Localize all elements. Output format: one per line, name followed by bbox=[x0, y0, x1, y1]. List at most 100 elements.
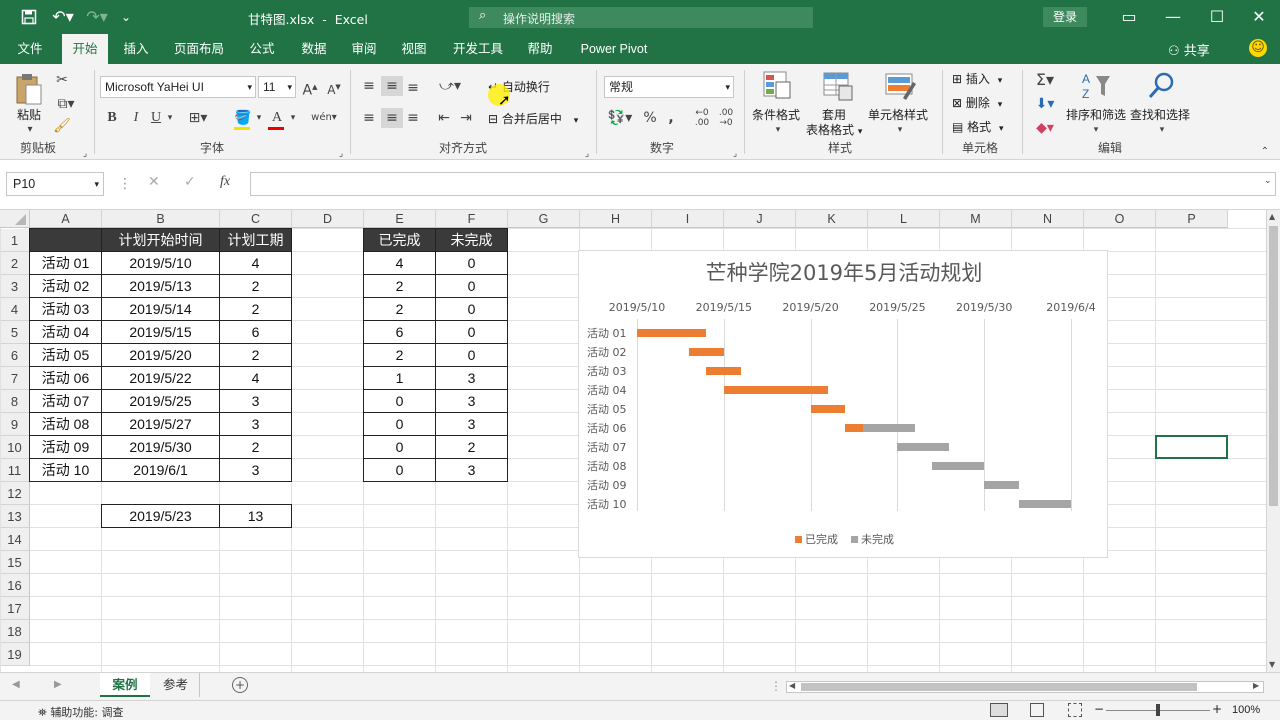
table-cell[interactable]: 活动 03 bbox=[29, 297, 102, 321]
collapse-ribbon-icon[interactable]: ⌃ bbox=[1258, 142, 1272, 162]
align-middle-icon[interactable]: ≡ bbox=[381, 76, 403, 96]
align-right-icon[interactable]: ≡ bbox=[404, 108, 422, 128]
table-cell[interactable]: 2 bbox=[219, 435, 292, 459]
table2-cell[interactable]: 2 bbox=[435, 435, 508, 459]
align-center-icon[interactable]: ≡ bbox=[381, 108, 403, 128]
border-icon[interactable]: ⊞▾ bbox=[184, 108, 212, 128]
table-cell[interactable]: 活动 06 bbox=[29, 366, 102, 390]
redo-icon[interactable]: ↷▾ bbox=[84, 0, 110, 34]
increase-indent-icon[interactable]: ⇥ bbox=[456, 108, 476, 128]
bar-todo[interactable] bbox=[897, 443, 950, 451]
summary-date-cell[interactable]: 2019/5/23 bbox=[101, 504, 220, 528]
column-header[interactable]: H bbox=[580, 210, 652, 228]
table2-cell[interactable]: 2 bbox=[363, 343, 436, 367]
row-header[interactable]: 19 bbox=[0, 643, 30, 666]
tab-home[interactable]: 开始 bbox=[62, 34, 108, 64]
table-cell[interactable]: 活动 05 bbox=[29, 343, 102, 367]
fill-color-icon[interactable]: 🪣 bbox=[232, 108, 254, 128]
row-header[interactable]: 5 bbox=[0, 321, 30, 344]
row-header[interactable]: 7 bbox=[0, 367, 30, 390]
row-header[interactable]: 14 bbox=[0, 528, 30, 551]
table2-cell[interactable]: 0 bbox=[435, 297, 508, 321]
column-header[interactable]: P bbox=[1156, 210, 1228, 228]
table2-cell[interactable]: 0 bbox=[435, 251, 508, 275]
table-cell[interactable]: 2 bbox=[219, 343, 292, 367]
close-icon[interactable]: ✕ bbox=[1243, 0, 1275, 34]
table-cell[interactable]: 3 bbox=[219, 458, 292, 482]
table2-cell[interactable]: 3 bbox=[435, 366, 508, 390]
row-header[interactable]: 8 bbox=[0, 390, 30, 413]
normal-view-icon[interactable] bbox=[990, 703, 1008, 717]
tab-formulas[interactable]: 公式 bbox=[240, 34, 284, 64]
find-select-icon[interactable] bbox=[1146, 70, 1178, 102]
column-header[interactable]: F bbox=[436, 210, 508, 228]
page-layout-view-icon[interactable] bbox=[1030, 703, 1044, 717]
table-cell[interactable]: 活动 01 bbox=[29, 251, 102, 275]
increase-font-icon[interactable]: A▲ bbox=[300, 77, 320, 101]
table-cell[interactable]: 2 bbox=[219, 274, 292, 298]
tab-file[interactable]: 文件 bbox=[8, 34, 52, 64]
gantt-chart[interactable]: 芒种学院2019年5月活动规划 2019/5/10 2019/5/15 2019/5… bbox=[578, 250, 1108, 558]
bar-todo[interactable] bbox=[984, 481, 1019, 489]
table2-cell[interactable]: 2 bbox=[363, 274, 436, 298]
table-cell[interactable]: 活动 10 bbox=[29, 458, 102, 482]
save-icon[interactable] bbox=[18, 0, 40, 37]
bar-done[interactable] bbox=[706, 367, 742, 375]
column-header[interactable]: E bbox=[364, 210, 436, 228]
enter-icon[interactable]: ✓ bbox=[184, 174, 196, 190]
summary-duration-cell[interactable]: 13 bbox=[219, 504, 292, 528]
table2-header-cell[interactable]: 已完成 bbox=[363, 228, 436, 252]
search-box[interactable]: ⌕ 操作说明搜索 bbox=[469, 7, 813, 28]
worksheet-grid[interactable]: ABCDEFGHIJKLMNOP 1 2 3 4 5 6 7 8 9 10 11 12 13 14 15 16… bbox=[0, 210, 1266, 672]
scroll-right-icon[interactable]: ▶ bbox=[1253, 681, 1259, 690]
zoom-in-icon[interactable]: + bbox=[1212, 702, 1222, 716]
row-header[interactable]: 4 bbox=[0, 298, 30, 321]
vertical-scrollbar[interactable]: ▲ ▼ bbox=[1266, 210, 1280, 672]
insert-function-icon[interactable]: fx bbox=[220, 174, 230, 190]
table-cell[interactable]: 4 bbox=[219, 251, 292, 275]
tab-data[interactable]: 数据 bbox=[292, 34, 336, 64]
chevron-down-icon[interactable]: ▾ bbox=[1090, 120, 1102, 140]
table-cell[interactable]: 3 bbox=[219, 389, 292, 413]
table-cell[interactable]: 2019/5/15 bbox=[101, 320, 220, 344]
phonetic-icon[interactable]: wén▾ bbox=[308, 108, 340, 128]
table2-cell[interactable]: 3 bbox=[435, 412, 508, 436]
scroll-up-icon[interactable]: ▲ bbox=[1269, 212, 1275, 221]
table-cell[interactable]: 2019/5/30 bbox=[101, 435, 220, 459]
horizontal-scrollbar[interactable]: ◀ ▶ bbox=[786, 681, 1264, 693]
table-format-icon[interactable] bbox=[822, 70, 854, 102]
paste-dropdown-icon[interactable]: ▾ bbox=[24, 120, 36, 140]
column-header[interactable]: I bbox=[652, 210, 724, 228]
column-header[interactable]: D bbox=[292, 210, 364, 228]
fill-dropdown-icon[interactable]: ▾ bbox=[254, 108, 264, 128]
delete-cells-button[interactable]: ⊠ 删除 ▾ bbox=[952, 94, 1002, 111]
table-cell[interactable]: 2019/5/27 bbox=[101, 412, 220, 436]
chevron-down-icon[interactable]: ▾ bbox=[772, 120, 784, 140]
login-button[interactable]: 登录 bbox=[1043, 7, 1087, 27]
column-header[interactable]: O bbox=[1084, 210, 1156, 228]
row-header[interactable]: 11 bbox=[0, 459, 30, 482]
table-cell[interactable]: 2019/5/14 bbox=[101, 297, 220, 321]
bold-button[interactable]: B bbox=[104, 108, 120, 128]
sort-filter-icon[interactable]: AZ bbox=[1080, 70, 1114, 102]
fill-down-icon[interactable]: ⬇▾ bbox=[1030, 94, 1060, 114]
table2-cell[interactable]: 0 bbox=[435, 320, 508, 344]
prev-sheet-icon[interactable]: ◀ bbox=[12, 679, 20, 690]
number-format-select[interactable]: 常规 ▾ bbox=[604, 76, 734, 98]
bar-todo[interactable] bbox=[932, 462, 985, 470]
table2-cell[interactable]: 0 bbox=[363, 389, 436, 413]
table2-header-cell[interactable]: 未完成 bbox=[435, 228, 508, 252]
hscroll-thumb[interactable] bbox=[801, 683, 1197, 691]
column-header[interactable]: N bbox=[1012, 210, 1084, 228]
font-color-icon[interactable]: A bbox=[266, 108, 288, 128]
row-header[interactable]: 17 bbox=[0, 597, 30, 620]
table2-cell[interactable]: 2 bbox=[363, 297, 436, 321]
row-header[interactable]: 13 bbox=[0, 505, 30, 528]
scroll-down-icon[interactable]: ▼ bbox=[1269, 660, 1275, 669]
row-header[interactable]: 6 bbox=[0, 344, 30, 367]
table-cell[interactable]: 2019/5/10 bbox=[101, 251, 220, 275]
tab-insert[interactable]: 插入 bbox=[114, 34, 158, 64]
row-header[interactable]: 18 bbox=[0, 620, 30, 643]
selected-cell[interactable] bbox=[1155, 435, 1228, 459]
format-painter-icon[interactable]: 🖌 bbox=[52, 116, 72, 136]
